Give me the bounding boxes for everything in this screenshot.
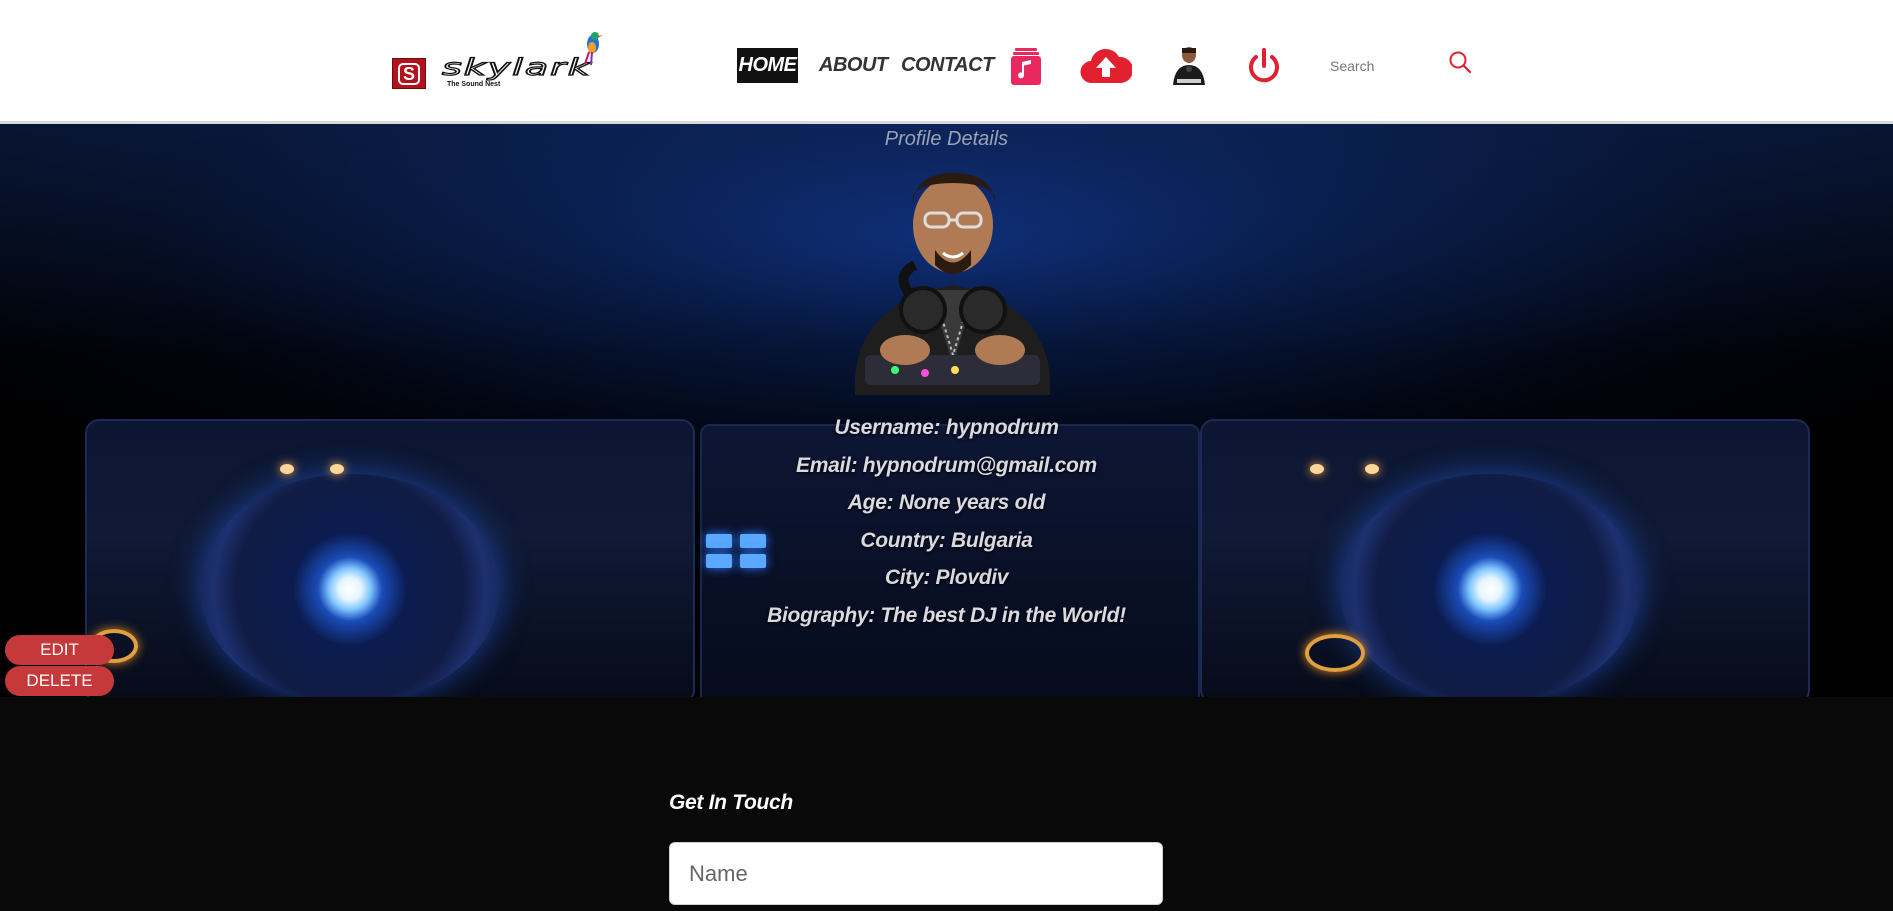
music-icon[interactable]	[1011, 48, 1041, 85]
profile-age: Age: None years old	[847, 491, 1046, 514]
name-input[interactable]	[669, 842, 1163, 905]
profile-title: Profile Details	[884, 128, 1009, 150]
profile-city: City: Plovdiv	[884, 566, 1009, 589]
profile-email: Email: hypnodrum@gmail.com	[796, 454, 1097, 477]
deck-ring-light	[1305, 634, 1365, 672]
logo-badge: S	[392, 58, 426, 89]
user-avatar-icon[interactable]	[1169, 45, 1209, 87]
search-icon[interactable]	[1448, 50, 1472, 74]
nav-about[interactable]: ABOUT	[819, 48, 888, 83]
profile-country: Country: Bulgaria	[860, 529, 1033, 552]
site-header: S skylark The Sound Nest HOME ABOUT CONT…	[0, 0, 1893, 124]
skylark-logo[interactable]: S skylark The Sound Nest	[392, 28, 642, 94]
nav-contact[interactable]: CONTACT	[901, 48, 994, 83]
power-icon[interactable]	[1247, 47, 1281, 85]
search-input[interactable]	[1320, 48, 1430, 84]
nav-home[interactable]: HOME	[737, 48, 798, 83]
profile-biography: Biography: The best DJ in the World!	[767, 604, 1126, 627]
edit-button[interactable]: EDIT	[5, 635, 114, 665]
profile-avatar	[854, 173, 1051, 395]
profile-username: Username: hypnodrum	[834, 416, 1059, 439]
contact-heading: Get In Touch	[669, 791, 793, 814]
bird-icon	[584, 32, 603, 66]
delete-button[interactable]: DELETE	[5, 666, 114, 696]
logo-tagline: The Sound Nest	[447, 81, 501, 88]
logo-wordmark: skylark	[441, 54, 592, 81]
cloud-upload-icon[interactable]	[1080, 45, 1132, 85]
